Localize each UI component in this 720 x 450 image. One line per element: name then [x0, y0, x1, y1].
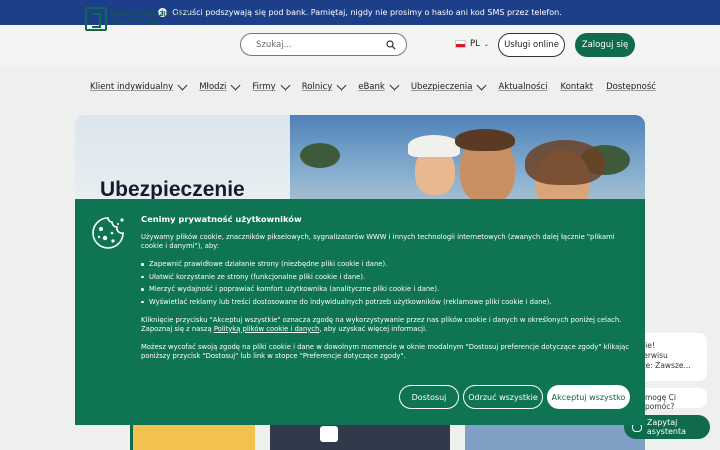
nav-item[interactable]: eBank: [358, 80, 400, 92]
search-input[interactable]: Szukaj...: [240, 33, 407, 56]
nav-item[interactable]: Ubezpieczenia: [410, 80, 487, 92]
login-button[interactable]: Zaloguj się: [575, 33, 635, 57]
logo-text: BANK SPÓŁDZIELCZY W SZCZYTNIE: [111, 11, 190, 26]
cookie-intro: Używamy plików cookie, znaczników piksel…: [141, 233, 615, 250]
chevron-down-icon: [230, 80, 241, 90]
nav-item[interactable]: Młodzi: [199, 80, 241, 92]
search-placeholder: Szukaj...: [256, 39, 292, 50]
list-item: Zapewnić prawidłowe działanie strony (ni…: [141, 260, 631, 269]
nav-item-label: Młodzi: [199, 82, 227, 92]
logo-mark-icon: [85, 7, 107, 31]
nav-item[interactable]: Dostępność: [606, 82, 656, 92]
chevron-down-icon: [477, 80, 487, 90]
accept-all-button[interactable]: Akceptuj wszystko: [547, 385, 630, 409]
customize-button[interactable]: Dostosuj: [399, 385, 459, 409]
chevron-down-icon: [336, 80, 347, 90]
chevron-down-icon: [280, 80, 291, 90]
nav-item[interactable]: Kontakt: [561, 82, 594, 92]
chevron-down-icon: [177, 80, 188, 90]
cookie-consent-modal: Cenimy prywatność użytkowników Używamy p…: [75, 199, 645, 425]
nav-item[interactable]: Firmy: [252, 80, 291, 92]
nav-item[interactable]: Rolnicy: [301, 80, 347, 92]
nav-item-label: Kontakt: [560, 82, 594, 92]
camera-icon: [320, 426, 338, 442]
cookie-accept-info: Kliknięcie przycisku "Akceptuj wszystkie…: [141, 315, 622, 333]
nav-item-label: Ubezpieczenia: [410, 82, 473, 92]
nav-item-label: Rolnicy: [301, 82, 333, 92]
nav-item[interactable]: Klient indywidualny: [90, 80, 188, 92]
language-selector[interactable]: PL ⌄: [455, 39, 489, 49]
search-icon[interactable]: [386, 39, 396, 50]
chevron-down-icon: ⌄: [483, 40, 489, 48]
nav-item-label: Klient indywidualny: [90, 82, 174, 92]
list-item: Wyświetlać reklamy lub treści dostosowan…: [141, 298, 631, 307]
cookie-title: Cenimy prywatność użytkowników: [141, 214, 302, 224]
list-item: Mierzyć wydajność i poprawiać komfort uż…: [141, 285, 631, 294]
main-nav: Klient indywidualny Młodzi Firmy Rolnicy eBa…: [90, 80, 669, 92]
cookie-buttons: Dostosuj Odrzuć wszystkie Akceptuj wszys…: [399, 385, 630, 409]
chevron-down-icon: [389, 80, 400, 90]
nav-item-label: eBank: [358, 82, 385, 92]
nav-item-label: Dostępność: [606, 82, 656, 92]
cookie-purposes-list: Zapewnić prawidłowe działanie strony (ni…: [141, 260, 631, 307]
assistant-label: Zapytaj asystenta: [646, 418, 687, 436]
online-services-button[interactable]: Usługi online: [498, 33, 565, 57]
cookie-withdraw-info: Możesz wycofać swoją zgodę na pliki cook…: [141, 342, 630, 360]
alert-text: Oszuści podszywają się pod bank. Pamięta…: [172, 8, 562, 17]
language-code: PL: [470, 39, 480, 49]
poland-flag-icon: [455, 40, 466, 48]
reject-all-button[interactable]: Odrzuć wszystkie: [463, 385, 543, 409]
nav-item-label: Firmy: [252, 82, 276, 92]
list-item: Ułatwić korzystanie ze strony (funkcjona…: [141, 273, 631, 282]
bank-logo[interactable]: BANK SPÓŁDZIELCZY W SZCZYTNIE: [85, 7, 190, 31]
nav-item[interactable]: Aktualności: [498, 82, 547, 92]
cookie-policy-link[interactable]: Polityką plików cookie i danych: [214, 325, 320, 333]
cookie-icon: [92, 217, 124, 249]
nav-item-label: Aktualności: [498, 82, 548, 92]
